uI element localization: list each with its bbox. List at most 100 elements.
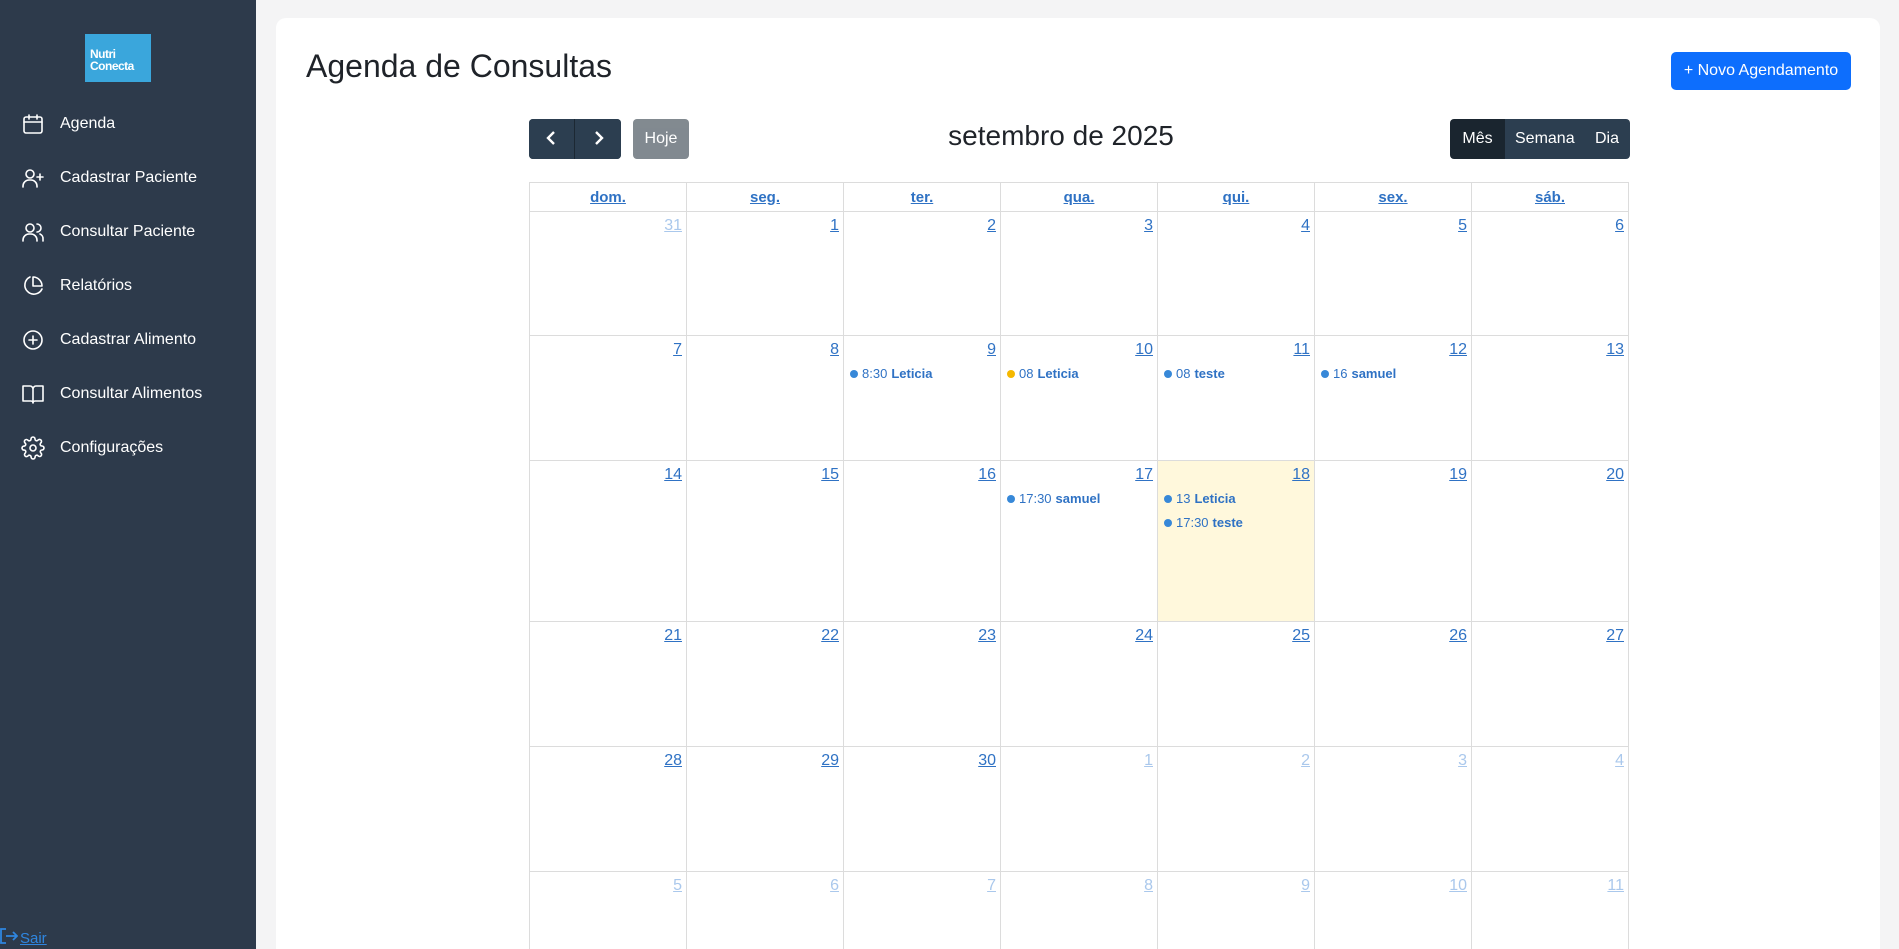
day-cell[interactable]: 8 <box>686 335 844 461</box>
day-number[interactable]: 5 <box>1315 212 1471 235</box>
day-cell[interactable]: 5 <box>1314 211 1472 336</box>
day-cell[interactable]: 7 <box>843 871 1001 949</box>
calendar-event[interactable]: 13 Leticia <box>1158 484 1314 506</box>
day-number[interactable]: 2 <box>1158 747 1314 770</box>
sidebar-item-relatorios[interactable]: Relatórios <box>0 259 256 313</box>
day-number[interactable]: 4 <box>1158 212 1314 235</box>
day-cell[interactable]: 7 <box>529 335 687 461</box>
day-cell[interactable]: 16 <box>843 460 1001 622</box>
day-number[interactable]: 27 <box>1472 622 1628 645</box>
day-number[interactable]: 19 <box>1315 461 1471 484</box>
weekday-header[interactable]: qui. <box>1157 182 1315 212</box>
calendar-event[interactable]: 16 samuel <box>1315 359 1471 381</box>
day-number[interactable]: 8 <box>1001 872 1157 895</box>
day-number[interactable]: 12 <box>1315 336 1471 359</box>
day-cell[interactable]: 19 <box>1314 460 1472 622</box>
weekday-header[interactable]: qua. <box>1000 182 1158 212</box>
day-cell[interactable]: 9 <box>1157 871 1315 949</box>
next-month-button[interactable] <box>575 119 621 159</box>
sidebar-item-agenda[interactable]: Agenda <box>0 97 256 151</box>
day-number[interactable]: 7 <box>530 336 686 359</box>
day-number[interactable]: 6 <box>1472 212 1628 235</box>
weekday-header[interactable]: sex. <box>1314 182 1472 212</box>
day-number[interactable]: 10 <box>1001 336 1157 359</box>
day-number[interactable]: 3 <box>1315 747 1471 770</box>
day-number[interactable]: 15 <box>687 461 843 484</box>
new-appointment-button[interactable]: + Novo Agendamento <box>1671 52 1851 90</box>
day-cell[interactable]: 14 <box>529 460 687 622</box>
day-number[interactable]: 2 <box>844 212 1000 235</box>
weekday-header[interactable]: dom. <box>529 182 687 212</box>
day-cell[interactable]: 9 8:30 Leticia <box>843 335 1001 461</box>
day-number[interactable]: 7 <box>844 872 1000 895</box>
day-number[interactable]: 31 <box>530 212 686 235</box>
day-number[interactable]: 1 <box>1001 747 1157 770</box>
day-number[interactable]: 9 <box>1158 872 1314 895</box>
day-number[interactable]: 25 <box>1158 622 1314 645</box>
day-number[interactable]: 16 <box>844 461 1000 484</box>
day-number[interactable]: 1 <box>687 212 843 235</box>
view-month-button[interactable]: Mês <box>1450 119 1505 159</box>
day-cell[interactable]: 11 08 teste <box>1157 335 1315 461</box>
calendar-event[interactable]: 08 teste <box>1158 359 1314 381</box>
calendar-event[interactable]: 17:30 samuel <box>1001 484 1157 506</box>
day-cell[interactable]: 21 <box>529 621 687 747</box>
sidebar-item-cadastrar-alimento[interactable]: Cadastrar Alimento <box>0 313 256 367</box>
day-cell[interactable]: 3 <box>1314 746 1472 872</box>
day-number[interactable]: 11 <box>1472 872 1628 895</box>
day-cell[interactable]: 26 <box>1314 621 1472 747</box>
day-cell[interactable]: 22 <box>686 621 844 747</box>
day-cell[interactable]: 30 <box>843 746 1001 872</box>
day-cell[interactable]: 10 08 Leticia <box>1000 335 1158 461</box>
day-number[interactable]: 21 <box>530 622 686 645</box>
day-number[interactable]: 29 <box>687 747 843 770</box>
calendar-event[interactable]: 8:30 Leticia <box>844 359 1000 381</box>
sidebar-item-consultar-alimentos[interactable]: Consultar Alimentos <box>0 367 256 421</box>
calendar-event[interactable]: 08 Leticia <box>1001 359 1157 381</box>
view-day-button[interactable]: Dia <box>1584 119 1630 159</box>
day-cell[interactable]: 8 <box>1000 871 1158 949</box>
day-cell[interactable]: 29 <box>686 746 844 872</box>
view-week-button[interactable]: Semana <box>1505 119 1584 159</box>
weekday-header[interactable]: sáb. <box>1471 182 1629 212</box>
day-cell[interactable]: 6 <box>1471 211 1629 336</box>
day-cell[interactable]: 24 <box>1000 621 1158 747</box>
sidebar-item-cadastrar-paciente[interactable]: Cadastrar Paciente <box>0 151 256 205</box>
day-cell[interactable]: 5 <box>529 871 687 949</box>
day-cell[interactable]: 12 16 samuel <box>1314 335 1472 461</box>
day-cell[interactable]: 2 <box>1157 746 1315 872</box>
sidebar-item-configuracoes[interactable]: Configurações <box>0 421 256 475</box>
day-cell[interactable]: 1 <box>686 211 844 336</box>
day-number[interactable]: 22 <box>687 622 843 645</box>
day-number[interactable]: 28 <box>530 747 686 770</box>
day-number[interactable]: 18 <box>1158 461 1314 484</box>
day-cell[interactable]: 1 <box>1000 746 1158 872</box>
day-cell[interactable]: 23 <box>843 621 1001 747</box>
day-cell[interactable]: 25 <box>1157 621 1315 747</box>
day-number[interactable]: 4 <box>1472 747 1628 770</box>
day-cell[interactable]: 4 <box>1471 746 1629 872</box>
day-number[interactable]: 26 <box>1315 622 1471 645</box>
day-number[interactable]: 13 <box>1472 336 1628 359</box>
day-number[interactable]: 23 <box>844 622 1000 645</box>
day-number[interactable]: 8 <box>687 336 843 359</box>
sidebar-item-consultar-paciente[interactable]: Consultar Paciente <box>0 205 256 259</box>
logout-link[interactable]: Sair <box>0 928 47 948</box>
day-number[interactable]: 17 <box>1001 461 1157 484</box>
day-cell[interactable]: 3 <box>1000 211 1158 336</box>
day-cell[interactable]: 2 <box>843 211 1001 336</box>
day-cell[interactable]: 20 <box>1471 460 1629 622</box>
day-number[interactable]: 5 <box>530 872 686 895</box>
weekday-header[interactable]: ter. <box>843 182 1001 212</box>
day-cell[interactable]: 15 <box>686 460 844 622</box>
today-button[interactable]: Hoje <box>633 119 689 159</box>
day-number[interactable]: 10 <box>1315 872 1471 895</box>
day-cell[interactable]: 17 17:30 samuel <box>1000 460 1158 622</box>
day-number[interactable]: 11 <box>1158 336 1314 359</box>
day-cell[interactable]: 6 <box>686 871 844 949</box>
nutriconecta-logo[interactable]: Nutri Conecta <box>85 34 151 82</box>
day-cell[interactable]: 4 <box>1157 211 1315 336</box>
calendar-event[interactable]: 17:30 teste <box>1158 506 1314 530</box>
day-number[interactable]: 30 <box>844 747 1000 770</box>
prev-month-button[interactable] <box>529 119 575 159</box>
